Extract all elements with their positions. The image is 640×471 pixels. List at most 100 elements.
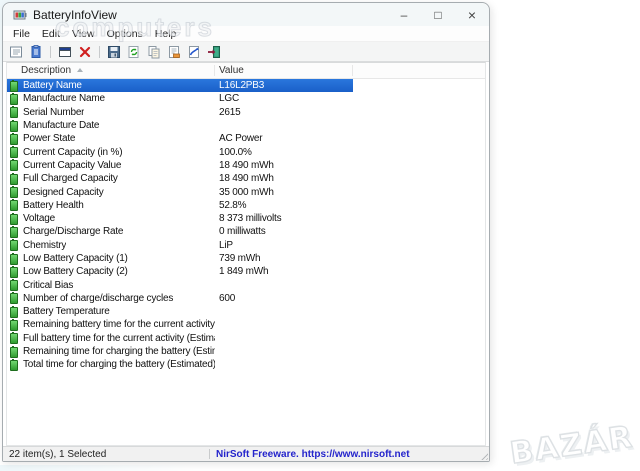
save-icon[interactable] xyxy=(105,44,123,60)
battery-icon xyxy=(10,358,18,371)
row-value: 35 000 mWh xyxy=(219,186,274,198)
status-item-count: 22 item(s), 1 Selected xyxy=(9,448,107,460)
nirsoft-link[interactable]: NirSoft Freeware. https://www.nirsoft.ne… xyxy=(210,449,410,460)
row-value: 18 490 mWh xyxy=(219,173,274,185)
battery-icon xyxy=(10,305,18,318)
menu-item-help[interactable]: Help xyxy=(149,28,183,40)
table-row[interactable]: Charge/Discharge Rate 0 milliwatts xyxy=(7,225,353,238)
app-battery-icon xyxy=(13,10,27,19)
table-row[interactable]: Battery Temperature xyxy=(7,305,353,318)
table-row[interactable]: Chemistry LiP xyxy=(7,239,353,252)
row-description: Remaining time for charging the battery … xyxy=(23,346,215,358)
row-value: 0 milliwatts xyxy=(219,226,266,238)
battery-icon xyxy=(10,159,18,172)
row-value: L16L2PB3 xyxy=(219,80,265,92)
table-row[interactable]: Low Battery Capacity (1) 739 mWh xyxy=(7,252,353,265)
toolbar-separator xyxy=(99,45,100,58)
row-value: 52.8% xyxy=(219,199,247,211)
menu-item-view[interactable]: View xyxy=(66,28,101,40)
table-row[interactable]: Battery Name L16L2PB3 xyxy=(7,79,353,93)
table-row[interactable]: Full battery time for the current activi… xyxy=(7,332,353,345)
battery-icon xyxy=(10,332,18,345)
table-row[interactable]: Low Battery Capacity (2) 1 849 mWh xyxy=(7,265,353,278)
battery-icon xyxy=(10,146,18,159)
menu-item-options[interactable]: Options xyxy=(101,28,149,40)
battery-icon xyxy=(10,318,18,331)
table-row[interactable]: Manufacture Date xyxy=(7,119,353,132)
battery-icon xyxy=(10,279,18,292)
battery-info-list: Description Value Battery Name L16L2PB3 … xyxy=(6,62,486,446)
battery-icon xyxy=(10,225,18,238)
row-value: AC Power xyxy=(219,133,263,145)
table-row[interactable]: Remaining time for charging the battery … xyxy=(7,345,353,358)
table-row[interactable]: Serial Number 2615 xyxy=(7,106,353,119)
row-value: 600 xyxy=(219,292,236,304)
row-description: Full battery time for the current activi… xyxy=(23,332,215,344)
row-description: Battery Name xyxy=(23,80,82,92)
row-description: Serial Number xyxy=(23,106,85,118)
resize-grip[interactable] xyxy=(479,451,488,460)
html-report-icon[interactable] xyxy=(185,44,203,60)
row-value: 18 490 mWh xyxy=(219,159,274,171)
battery-icon xyxy=(10,252,18,265)
row-value: 739 mWh xyxy=(219,253,261,264)
table-row[interactable]: Current Capacity (in %) 100.0% xyxy=(7,145,353,159)
column-header-value[interactable]: Value xyxy=(215,65,353,76)
row-value: 2615 xyxy=(219,106,241,118)
bazar-logo: BAZÁR xyxy=(507,419,636,471)
delete-icon[interactable] xyxy=(76,44,94,60)
table-row[interactable]: Remaining battery time for the current a… xyxy=(7,318,353,331)
copy-icon[interactable] xyxy=(145,44,163,60)
column-header-description[interactable]: Description xyxy=(7,65,215,76)
close-button[interactable]: × xyxy=(455,3,489,26)
table-row[interactable]: Current Capacity Value 18 490 mWh xyxy=(7,159,353,172)
window-icon[interactable] xyxy=(56,44,74,60)
row-value: 100.0% xyxy=(219,146,252,158)
battery-icon xyxy=(10,172,18,185)
maximize-button[interactable]: □ xyxy=(421,3,455,26)
properties-icon[interactable] xyxy=(7,44,25,60)
menu-item-file[interactable]: File xyxy=(7,28,36,40)
battery-icon xyxy=(10,79,18,92)
battery-icon xyxy=(10,212,18,225)
exit-icon[interactable] xyxy=(205,44,223,60)
row-description: Low Battery Capacity (1) xyxy=(23,253,128,264)
table-body: Battery Name L16L2PB3 Manufacture Name L… xyxy=(7,79,485,445)
menu-item-edit[interactable]: Edit xyxy=(36,28,66,40)
battery-icon xyxy=(10,106,18,119)
table-row[interactable]: Number of charge/discharge cycles 600 xyxy=(7,292,353,305)
table-row[interactable]: Voltage 8 373 millivolts xyxy=(7,212,353,225)
row-description: Battery Health xyxy=(23,199,84,211)
table-row[interactable]: Battery Health 52.8% xyxy=(7,199,353,212)
table-row[interactable]: Manufacture Name LGC xyxy=(7,92,353,105)
status-bar: 22 item(s), 1 Selected NirSoft Freeware.… xyxy=(3,446,489,461)
row-value: LiP xyxy=(219,239,233,251)
list-header: Description Value xyxy=(7,63,485,79)
minimize-button[interactable]: – xyxy=(387,3,421,26)
refresh-icon[interactable] xyxy=(125,44,143,60)
window-controls: – □ × xyxy=(387,3,489,26)
battery-icon xyxy=(10,186,18,199)
table-row[interactable]: Critical Bias xyxy=(7,278,353,292)
table-row[interactable]: Total time for charging the battery (Est… xyxy=(7,358,353,371)
row-description: Low Battery Capacity (2) xyxy=(23,266,128,278)
item-properties-icon[interactable] xyxy=(165,44,183,60)
row-description: Charge/Discharge Rate xyxy=(23,226,124,238)
battery-log-icon[interactable] xyxy=(27,44,45,60)
battery-icon xyxy=(10,239,18,252)
table-row[interactable]: Full Charged Capacity 18 490 mWh xyxy=(7,172,353,185)
battery-icon xyxy=(10,132,18,145)
row-description: Critical Bias xyxy=(23,279,74,291)
battery-icon xyxy=(10,292,18,305)
table-row[interactable]: Designed Capacity 35 000 mWh xyxy=(7,185,353,199)
menu-bar: File Edit View Options Help xyxy=(3,26,489,42)
battery-icon xyxy=(10,199,18,212)
row-description: Current Capacity Value xyxy=(23,159,122,171)
row-description: Full Charged Capacity xyxy=(23,173,118,185)
window-title: BatteryInfoView xyxy=(33,7,117,22)
row-description: Manufacture Date xyxy=(23,120,100,132)
sort-ascending-icon xyxy=(77,68,84,72)
row-value: LGC xyxy=(219,93,239,105)
toolbar xyxy=(3,42,489,62)
table-row[interactable]: Power State AC Power xyxy=(7,132,353,145)
